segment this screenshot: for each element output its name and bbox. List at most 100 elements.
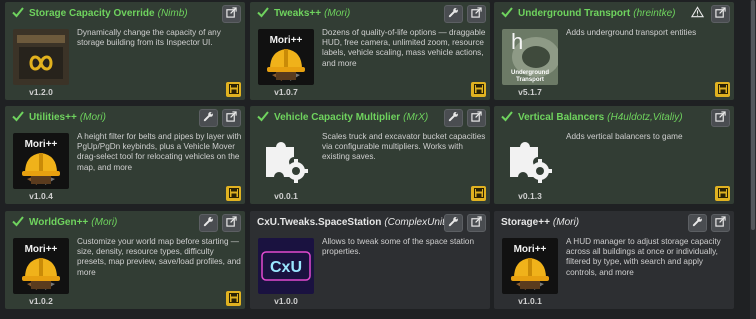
mori-label: Mori++ <box>25 139 58 150</box>
mod-title: Storage++ <box>501 216 550 228</box>
mod-version: v5.1.7 <box>518 87 542 97</box>
settings-button[interactable] <box>199 214 218 232</box>
mod-card[interactable]: Storage++ (Mori) Mori++ v1.0.1 A HUD man… <box>494 211 734 309</box>
save-button[interactable] <box>226 82 241 97</box>
open-link-button[interactable] <box>711 5 730 23</box>
mod-author: (hreintke) <box>633 7 676 19</box>
mod-card[interactable]: Utilities++ (Mori) Mori++ v1.0.4 A heigh… <box>5 106 245 204</box>
mod-description: Customize your world map before starting… <box>77 237 241 277</box>
wrench-icon <box>203 214 214 232</box>
check-icon[interactable] <box>501 110 518 125</box>
external-link-icon <box>471 109 482 127</box>
mod-version: v0.0.1 <box>274 191 298 201</box>
save-button[interactable] <box>226 186 241 201</box>
external-link-icon <box>715 109 726 127</box>
settings-button[interactable] <box>199 109 218 127</box>
thumb-label: Transport <box>516 77 544 83</box>
open-link-button[interactable] <box>222 214 241 232</box>
mod-description: Dozens of quality-of-life options — drag… <box>322 28 486 68</box>
check-icon[interactable] <box>257 110 274 125</box>
mori-label: Mori++ <box>270 35 303 46</box>
save-button[interactable] <box>715 186 730 201</box>
wrench-icon <box>692 214 703 232</box>
mod-card[interactable]: WorldGen++ (Mori) Mori++ v1.0.2 Customiz… <box>5 211 245 309</box>
warning-indicator <box>688 5 707 23</box>
mod-title: Tweaks++ <box>274 7 322 19</box>
mod-author: (Nimb) <box>157 7 188 19</box>
save-icon <box>228 81 239 99</box>
scrollbar-thumb[interactable] <box>751 0 755 230</box>
mod-version: v1.0.4 <box>29 191 53 201</box>
check-icon[interactable] <box>257 6 274 21</box>
scrollbar-track[interactable] <box>750 0 756 319</box>
open-link-button[interactable] <box>467 5 486 23</box>
mod-card-header: Storage Capacity Override (Nimb) <box>5 2 245 24</box>
mod-thumbnail <box>258 133 314 189</box>
external-link-icon <box>226 109 237 127</box>
save-button[interactable] <box>226 291 241 306</box>
mod-thumbnail: h Underground Transport <box>502 29 558 85</box>
mod-thumbnail <box>13 29 69 85</box>
thumb-label: CxU <box>270 259 302 276</box>
mod-author: (ComplexUnit) <box>384 216 449 228</box>
settings-button[interactable] <box>444 214 463 232</box>
mod-actions <box>444 5 486 23</box>
open-link-button[interactable] <box>467 214 486 232</box>
check-icon[interactable] <box>12 215 29 230</box>
save-icon <box>717 185 728 203</box>
mod-card[interactable]: Vehicle Capacity Multiplier (MrX) v0.0.1… <box>250 106 490 204</box>
save-icon <box>228 290 239 308</box>
open-link-button[interactable] <box>711 109 730 127</box>
check-icon[interactable] <box>501 6 518 21</box>
mod-version: v1.2.0 <box>29 87 53 97</box>
mod-thumbnail: Mori++ <box>13 238 69 294</box>
mod-card[interactable]: Storage Capacity Override (Nimb) v1.2.0 … <box>5 2 245 100</box>
save-icon <box>473 185 484 203</box>
save-icon <box>717 81 728 99</box>
mod-title: Underground Transport <box>518 7 631 19</box>
settings-button[interactable] <box>444 109 463 127</box>
open-link-button[interactable] <box>711 214 730 232</box>
mod-thumbnail: Mori++ <box>502 238 558 294</box>
mod-version: v0.1.3 <box>518 191 542 201</box>
mod-author: (H4uldotz,Vitaliy) <box>607 111 683 123</box>
open-link-button[interactable] <box>222 109 241 127</box>
mod-card[interactable]: Vertical Balancers (H4uldotz,Vitaliy) v0… <box>494 106 734 204</box>
wrench-icon <box>448 5 459 23</box>
mod-card-header: Vertical Balancers (H4uldotz,Vitaliy) <box>494 106 734 128</box>
mod-version: v1.0.1 <box>518 296 542 306</box>
mod-title: Utilities++ <box>29 111 77 123</box>
open-link-button[interactable] <box>467 109 486 127</box>
mod-thumbnail <box>502 133 558 189</box>
mod-description: Dynamically change the capacity of any s… <box>77 28 221 48</box>
mod-description: A height filter for belts and pipes by l… <box>77 132 242 172</box>
external-link-icon <box>471 214 482 232</box>
mod-actions <box>711 109 730 127</box>
settings-button[interactable] <box>688 214 707 232</box>
check-icon[interactable] <box>12 110 29 125</box>
external-link-icon <box>226 5 237 23</box>
mod-thumbnail: Mori++ <box>258 29 314 85</box>
mod-version: v1.0.2 <box>29 296 53 306</box>
wrench-icon <box>203 109 214 127</box>
save-button[interactable] <box>471 82 486 97</box>
open-link-button[interactable] <box>222 5 241 23</box>
mod-card[interactable]: Underground Transport (hreintke) h Under… <box>494 2 734 100</box>
mod-description: Scales truck and excavator bucket capaci… <box>322 132 486 162</box>
check-icon[interactable] <box>12 6 29 21</box>
mod-card[interactable]: Tweaks++ (Mori) Mori++ v1.0.7 Dozens of … <box>250 2 490 100</box>
wrench-icon <box>448 214 459 232</box>
mod-thumbnail: Mori++ <box>13 133 69 189</box>
wrench-icon <box>448 109 459 127</box>
mod-author: (Mori) <box>324 7 351 19</box>
external-link-icon <box>715 5 726 23</box>
mod-description: Allows to tweak some of the space statio… <box>322 237 475 257</box>
mod-card[interactable]: CxU.Tweaks.SpaceStation (ComplexUnit) Cx… <box>250 211 490 309</box>
save-icon <box>228 185 239 203</box>
external-link-icon <box>471 5 482 23</box>
mod-actions <box>199 214 241 232</box>
save-button[interactable] <box>471 186 486 201</box>
mod-actions <box>444 109 486 127</box>
settings-button[interactable] <box>444 5 463 23</box>
save-button[interactable] <box>715 82 730 97</box>
